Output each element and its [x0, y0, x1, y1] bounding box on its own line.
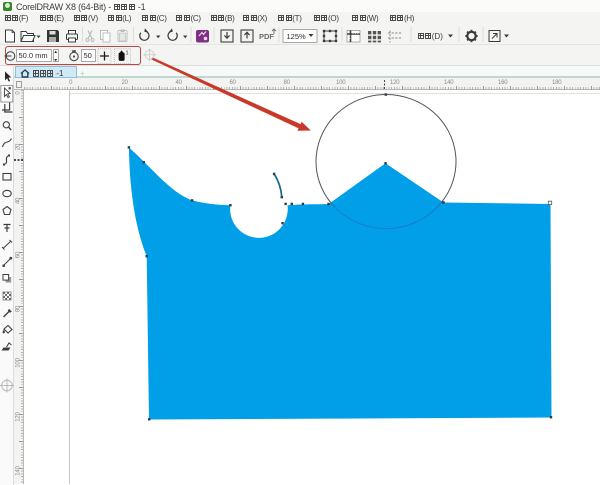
svg-text:1: 1	[126, 50, 129, 56]
